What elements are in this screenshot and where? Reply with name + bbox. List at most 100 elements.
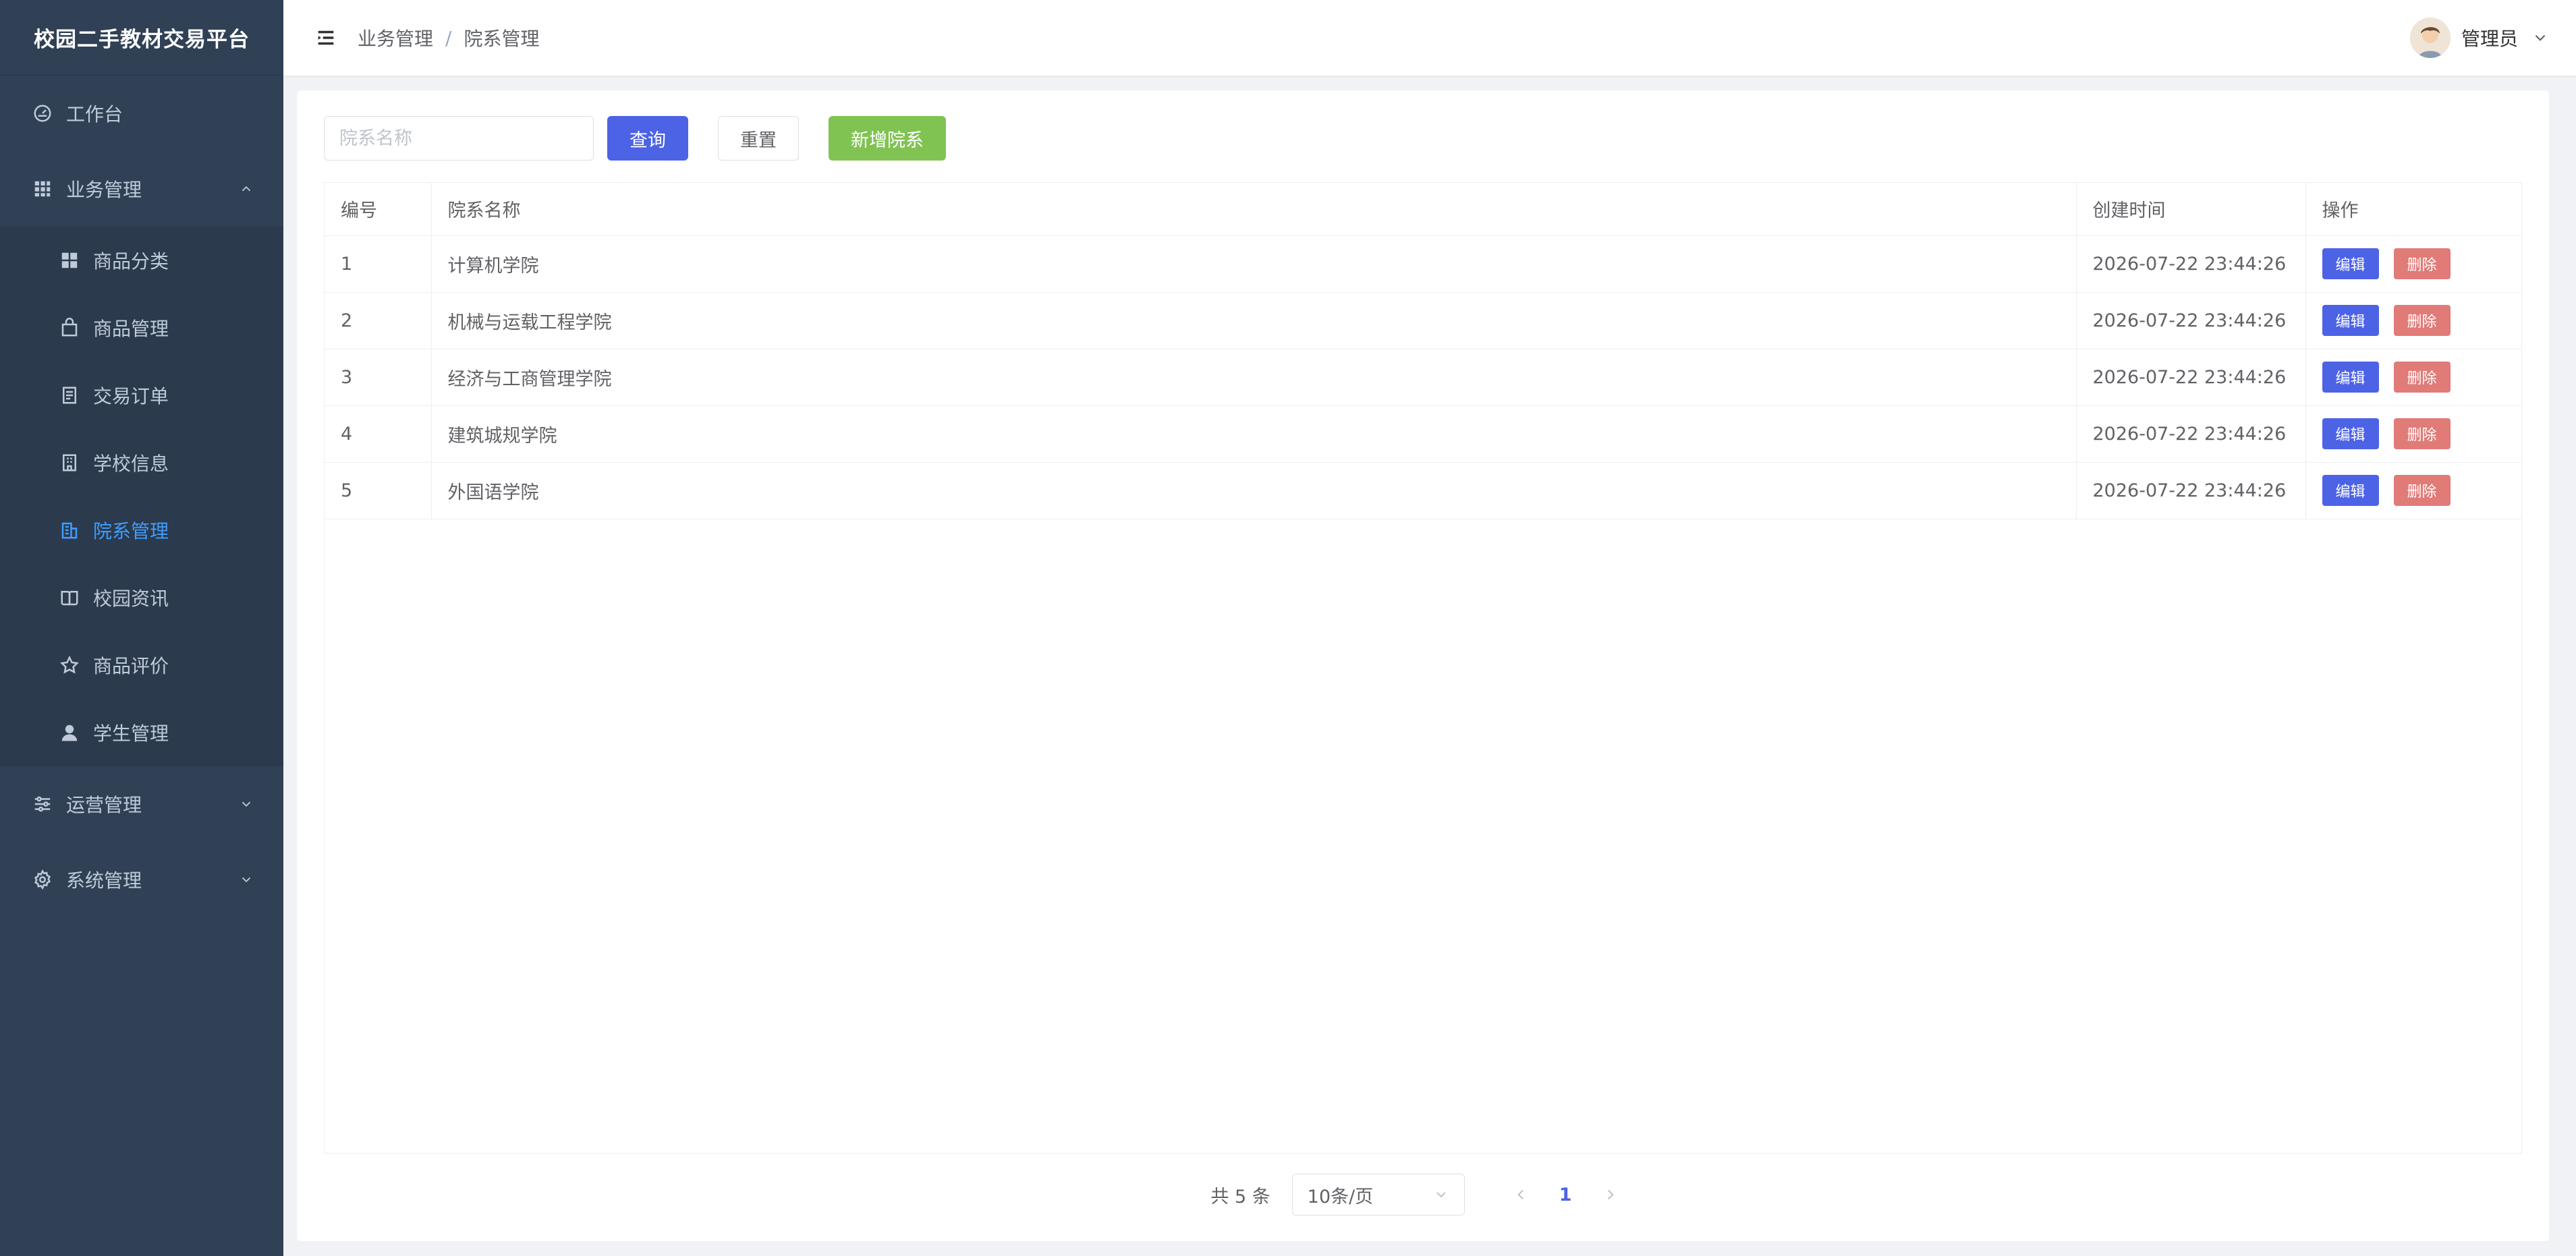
- table-row: 2 机械与运载工程学院 2026-07-22 23:44:26 编辑 删除: [325, 292, 2521, 349]
- sidebar-item-label: 学生管理: [93, 722, 169, 745]
- business-submenu: 商品分类 商品管理 交易订单 学校信息 院系管理 校园资讯 商品评价 学生管理: [0, 227, 283, 766]
- cell-name: 经济与工商管理学院: [431, 349, 2077, 406]
- cell-created: 2026-07-22 23:44:26: [2076, 235, 2306, 293]
- cell-actions: 编辑 删除: [2305, 405, 2521, 463]
- cell-id: 2: [325, 292, 432, 349]
- column-header-id: 编号: [325, 183, 432, 236]
- cell-id: 4: [325, 405, 432, 463]
- next-page-icon[interactable]: [1602, 1186, 1619, 1203]
- app-root: 校园二手教材交易平台 工作台 业务管理 商品分类 商品管理 交易订单 学校信息 …: [0, 0, 2576, 1256]
- chevron-up-icon: [242, 185, 251, 192]
- breadcrumb-item-business[interactable]: 业务管理: [358, 24, 433, 51]
- category-icon: [61, 252, 78, 268]
- sidebar-item-dashboard[interactable]: 工作台: [0, 76, 283, 151]
- chevron-down-icon: [1436, 1192, 1446, 1198]
- main-area: 业务管理 / 院系管理 管理员 查询: [283, 0, 2576, 1256]
- cell-actions: 编辑 删除: [2305, 235, 2521, 293]
- chevron-down-icon: [242, 801, 251, 807]
- sidebar-item-school[interactable]: 学校信息: [0, 429, 283, 496]
- page-size-select[interactable]: 10条/页: [1291, 1174, 1465, 1216]
- search-toolbar: 查询 重置 新增院系: [324, 116, 2522, 161]
- sidebar-item-label: 商品分类: [93, 250, 169, 273]
- sidebar-item-label: 系统管理: [66, 869, 142, 892]
- edit-button[interactable]: 编辑: [2322, 362, 2379, 393]
- table-header-row: 编号 院系名称 创建时间 操作: [325, 183, 2521, 236]
- sidebar-item-reviews[interactable]: 商品评价: [0, 631, 283, 699]
- department-name-input[interactable]: [324, 116, 594, 161]
- add-department-button[interactable]: 新增院系: [829, 116, 946, 161]
- edit-button[interactable]: 编辑: [2322, 305, 2379, 336]
- document-icon: [63, 387, 76, 404]
- grid-icon: [34, 181, 51, 197]
- cell-created: 2026-07-22 23:44:26: [2076, 292, 2306, 349]
- brand-title: 校园二手教材交易平台: [0, 0, 283, 76]
- sidebar: 校园二手教材交易平台 工作台 业务管理 商品分类 商品管理 交易订单 学校信息 …: [0, 0, 283, 1256]
- content-panel: 查询 重置 新增院系 编号 院系名称 创建时间 操作: [297, 90, 2549, 1241]
- cell-name: 机械与运载工程学院: [431, 292, 2077, 349]
- edit-button[interactable]: 编辑: [2322, 418, 2379, 449]
- chevron-down-icon: [2535, 34, 2546, 41]
- avatar: [2409, 18, 2451, 58]
- page-number-current[interactable]: 1: [1559, 1184, 1572, 1205]
- breadcrumb: 业务管理 / 院系管理: [358, 24, 539, 51]
- table-row: 1 计算机学院 2026-07-22 23:44:26 编辑 删除: [325, 235, 2521, 293]
- sidebar-item-operations[interactable]: 运营管理: [0, 766, 283, 842]
- cell-actions: 编辑 删除: [2305, 349, 2521, 406]
- sidebar-item-label: 交易订单: [93, 385, 169, 407]
- user-icon: [61, 724, 78, 741]
- column-header-name: 院系名称: [431, 183, 2077, 236]
- delete-button[interactable]: 删除: [2393, 475, 2451, 506]
- cell-created: 2026-07-22 23:44:26: [2076, 349, 2306, 406]
- cell-actions: 编辑 删除: [2305, 462, 2521, 519]
- sliders-icon: [34, 796, 51, 812]
- user-menu[interactable]: 管理员: [2409, 18, 2549, 58]
- sidebar-item-system[interactable]: 系统管理: [0, 842, 283, 917]
- sidebar-item-category[interactable]: 商品分类: [0, 227, 283, 294]
- sidebar-item-goods[interactable]: 商品管理: [0, 294, 283, 362]
- sidebar-item-business[interactable]: 业务管理: [0, 151, 283, 227]
- query-button[interactable]: 查询: [607, 116, 688, 161]
- sidebar-item-orders[interactable]: 交易订单: [0, 362, 283, 429]
- sidebar-item-department[interactable]: 院系管理: [0, 496, 283, 564]
- sidebar-item-label: 业务管理: [66, 179, 142, 201]
- cell-id: 5: [325, 462, 432, 519]
- pagination: 共 5 条 10条/页 1: [297, 1174, 2549, 1216]
- table-row: 4 建筑城规学院 2026-07-22 23:44:26 编辑 删除: [325, 405, 2521, 463]
- delete-button[interactable]: 删除: [2393, 248, 2451, 279]
- dashboard-icon: [34, 105, 51, 122]
- sidebar-item-label: 校园资讯: [93, 588, 169, 610]
- book-icon: [61, 591, 78, 606]
- cell-id: 1: [325, 235, 432, 293]
- delete-button[interactable]: 删除: [2393, 362, 2451, 393]
- bag-icon: [61, 318, 78, 337]
- sidebar-item-label: 商品管理: [93, 318, 169, 340]
- pagination-total: 共 5 条: [1210, 1186, 1270, 1207]
- sidebar-item-students[interactable]: 学生管理: [0, 699, 283, 766]
- hamburger-icon[interactable]: [314, 26, 337, 49]
- cell-name: 计算机学院: [431, 235, 2077, 293]
- prev-page-icon[interactable]: [1512, 1186, 1530, 1203]
- reset-button[interactable]: 重置: [718, 116, 799, 161]
- chevron-down-icon: [242, 877, 251, 883]
- column-header-actions: 操作: [2305, 183, 2521, 236]
- cell-name: 外国语学院: [431, 462, 2077, 519]
- avatar-image: [2409, 18, 2451, 58]
- column-header-created: 创建时间: [2076, 183, 2306, 236]
- delete-button[interactable]: 删除: [2393, 305, 2451, 336]
- gear-icon: [34, 869, 51, 890]
- edit-button[interactable]: 编辑: [2322, 248, 2379, 279]
- cell-created: 2026-07-22 23:44:26: [2076, 462, 2306, 519]
- page-size-value: 10条/页: [1307, 1186, 1374, 1207]
- building-icon: [61, 522, 78, 539]
- breadcrumb-separator: /: [445, 26, 452, 49]
- breadcrumb-item-current: 院系管理: [464, 28, 540, 50]
- edit-button[interactable]: 编辑: [2322, 475, 2379, 506]
- delete-button[interactable]: 删除: [2393, 418, 2451, 449]
- sidebar-item-label: 商品评价: [93, 655, 169, 677]
- cell-created: 2026-07-22 23:44:26: [2076, 405, 2306, 463]
- department-table: 编号 院系名称 创建时间 操作 1 计算机学院 2026-07-22 23:44…: [324, 182, 2522, 1153]
- sidebar-item-news[interactable]: 校园资讯: [0, 564, 283, 631]
- school-icon: [63, 454, 76, 472]
- sidebar-item-label: 学校信息: [93, 453, 169, 475]
- sidebar-menu: 工作台 业务管理 商品分类 商品管理 交易订单 学校信息 院系管理 校园资讯 商…: [0, 76, 283, 917]
